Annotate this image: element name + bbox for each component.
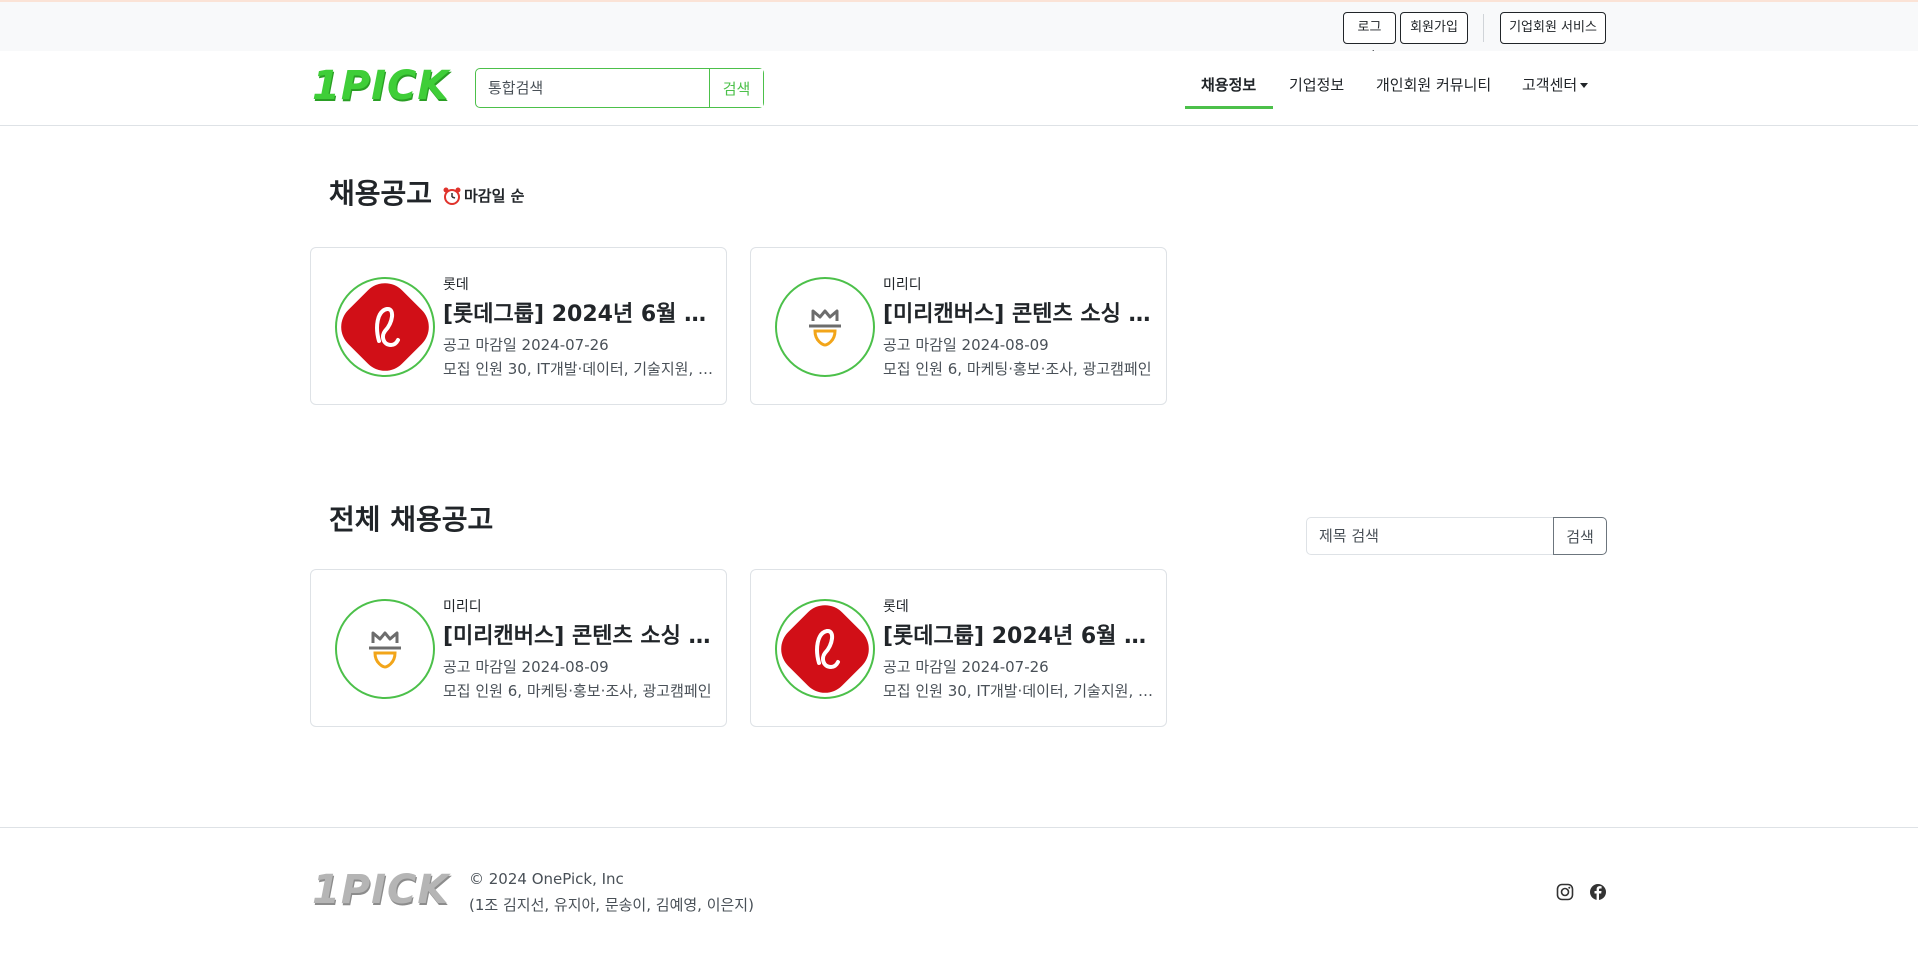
card-company: 미리디: [443, 599, 482, 615]
sort-by-deadline[interactable]: 마감일 순: [442, 185, 524, 206]
job-card[interactable]: 미리디 [미리캔버스] 콘텐츠 소싱 담당자 채용 공고 마감일 2024-08…: [310, 569, 727, 727]
card-company: 미리디: [883, 277, 922, 293]
instagram-icon[interactable]: [1556, 883, 1574, 901]
divider: [1483, 14, 1484, 42]
global-search-button[interactable]: 검색: [709, 69, 763, 107]
card-deadline: 공고 마감일 2024-07-26: [443, 336, 609, 354]
signup-button[interactable]: 회원가입: [1400, 12, 1468, 44]
alarm-clock-icon: [443, 187, 461, 205]
title-search-button[interactable]: 검색: [1553, 517, 1607, 555]
facebook-icon[interactable]: [1589, 883, 1607, 901]
site-footer: 1PICK © 2024 OnePick, Inc (1조 김지선, 유지아, …: [0, 827, 1918, 953]
nav-support-label: 고객센터: [1522, 76, 1578, 94]
card-info: 모집 인원 30, IT개발·데이터, 기술지원, 영업: [443, 360, 713, 378]
nav-community[interactable]: 개인회원 커뮤니티: [1376, 74, 1491, 95]
card-company: 롯데: [883, 599, 909, 615]
chevron-down-icon: [1580, 83, 1589, 88]
miridih-logo-icon: [809, 309, 841, 347]
corporate-service-button[interactable]: 기업회원 서비스: [1500, 12, 1606, 44]
miridih-logo-icon: [369, 631, 401, 669]
sort-label-text: 마감일 순: [464, 187, 525, 205]
card-company: 롯데: [443, 277, 469, 293]
nav-active-indicator: [1185, 106, 1273, 109]
company-logo-lotte: [335, 277, 435, 377]
title-search-input[interactable]: [1307, 518, 1553, 554]
card-deadline: 공고 마감일 2024-08-09: [443, 658, 609, 676]
job-card[interactable]: 롯데 [롯데그룹] 2024년 6월 신입/경력 채용 공고 마감일 2024-…: [750, 569, 1167, 727]
all-jobs-section-title: 전체 채용공고: [329, 503, 494, 536]
card-deadline: 공고 마감일 2024-07-26: [883, 658, 1049, 676]
company-logo-miridih: [775, 277, 875, 377]
nav-support[interactable]: 고객센터: [1522, 74, 1589, 95]
card-title[interactable]: [미리캔버스] 콘텐츠 소싱 담당자 채용: [443, 618, 713, 650]
footer-members: (1조 김지선, 유지아, 문송이, 김예영, 이은지): [469, 896, 754, 914]
card-info: 모집 인원 30, IT개발·데이터, 기술지원, 영업: [883, 682, 1153, 700]
deadline-section-title: 채용공고: [329, 177, 433, 210]
global-search: 검색: [475, 68, 764, 108]
main-header: 1PICK 검색 채용정보 기업정보 개인회원 커뮤니티 고객센터: [0, 51, 1918, 126]
job-card[interactable]: 미리디 [미리캔버스] 콘텐츠 소싱 담당자 채용 공고 마감일 2024-08…: [750, 247, 1167, 405]
lotte-logo-icon: [781, 605, 869, 693]
site-logo[interactable]: 1PICK: [312, 63, 449, 109]
company-logo-miridih: [335, 599, 435, 699]
company-logo-lotte: [775, 599, 875, 699]
nav-companies[interactable]: 기업정보: [1289, 74, 1344, 95]
footer-copyright: © 2024 OnePick, Inc: [469, 870, 624, 888]
top-utility-bar: 로그인 회원가입 기업회원 서비스: [0, 0, 1918, 65]
card-title[interactable]: [롯데그룹] 2024년 6월 신입/경력 채용: [883, 618, 1153, 650]
nav-jobs[interactable]: 채용정보: [1201, 74, 1256, 95]
title-search: 검색: [1306, 517, 1607, 555]
footer-logo: 1PICK: [312, 867, 450, 913]
card-info: 모집 인원 6, 마케팅·홍보·조사, 광고캠페인: [883, 360, 1152, 378]
job-card[interactable]: 롯데 [롯데그룹] 2024년 6월 신입/경력 채용 공고 마감일 2024-…: [310, 247, 727, 405]
global-search-input[interactable]: [476, 69, 709, 107]
card-info: 모집 인원 6, 마케팅·홍보·조사, 광고캠페인: [443, 682, 712, 700]
card-title[interactable]: [롯데그룹] 2024년 6월 신입/경력 채용: [443, 296, 713, 328]
card-deadline: 공고 마감일 2024-08-09: [883, 336, 1049, 354]
lotte-logo-icon: [341, 283, 429, 371]
card-title[interactable]: [미리캔버스] 콘텐츠 소싱 담당자 채용: [883, 296, 1153, 328]
login-button[interactable]: 로그인: [1343, 12, 1396, 65]
